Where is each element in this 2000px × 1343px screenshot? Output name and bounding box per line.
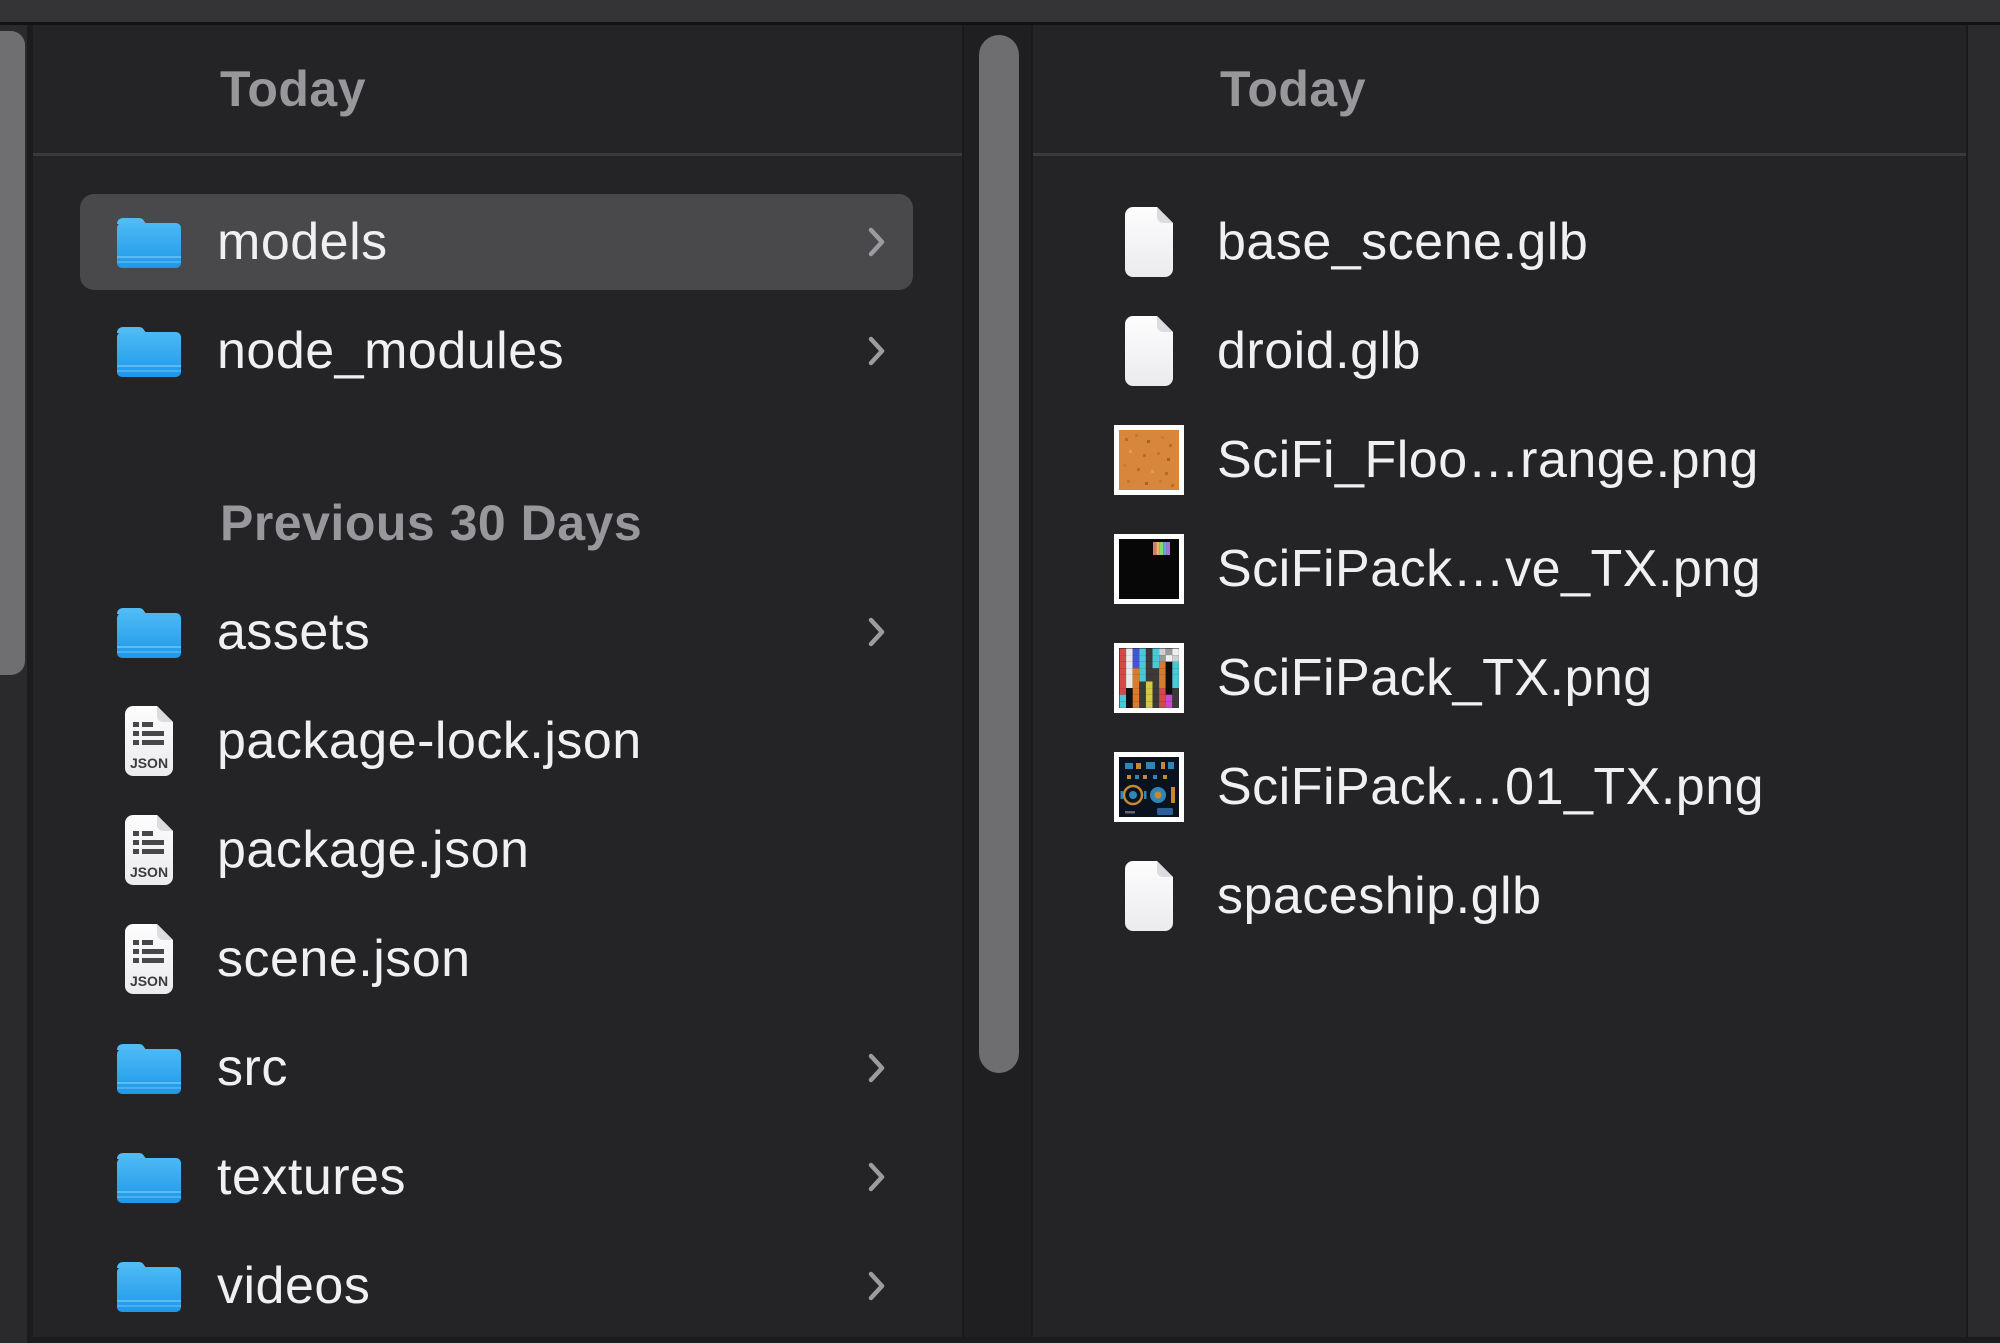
file-name-label: package.json xyxy=(217,820,529,880)
folder-icon xyxy=(113,1038,185,1098)
json-file-icon: JSON xyxy=(113,922,185,996)
row-videos[interactable]: videos xyxy=(80,1238,913,1334)
row-src[interactable]: src xyxy=(80,1020,913,1116)
file-name-label: spaceship.glb xyxy=(1217,866,1542,926)
window-bottom-edge xyxy=(27,1337,2000,1343)
chevron-right-icon xyxy=(867,335,887,367)
thumbnail-orange-texture xyxy=(1113,424,1185,496)
file-name-label: scene.json xyxy=(217,929,471,989)
row-scifi-floo-range-png[interactable]: SciFi_Floo…range.png xyxy=(1080,412,1913,508)
file-name-label: SciFiPack…01_TX.png xyxy=(1217,757,1764,817)
file-name-label: assets xyxy=(217,602,370,662)
finder-window: Today models node_modules Previous 30 Da… xyxy=(0,0,2000,1343)
folder-icon xyxy=(113,602,185,662)
file-name-label: SciFi_Floo…range.png xyxy=(1217,430,1759,490)
file-name-label: node_modules xyxy=(217,321,564,381)
folder-icon xyxy=(113,321,185,381)
generic-file-icon xyxy=(1113,205,1185,279)
row-assets[interactable]: assets xyxy=(80,584,913,680)
row-base-scene-glb[interactable]: base_scene.glb xyxy=(1080,194,1913,290)
folder-icon xyxy=(113,1147,185,1207)
file-name-label: base_scene.glb xyxy=(1217,212,1588,272)
json-file-icon: JSON xyxy=(113,704,185,778)
folder-icon xyxy=(113,1256,185,1316)
group-header-label: Previous 30 Days xyxy=(220,475,962,571)
svg-text:JSON: JSON xyxy=(130,973,168,989)
scrollbar-track[interactable] xyxy=(962,25,1033,1343)
row-scifipack-ve-tx-png[interactable]: SciFiPack…ve_TX.png xyxy=(1080,521,1913,617)
chevron-right-icon xyxy=(867,1161,887,1193)
file-name-label: SciFiPack_TX.png xyxy=(1217,648,1653,708)
row-scene-json[interactable]: JSON scene.json xyxy=(80,911,913,1007)
hidden-column-scrollbar-thumb[interactable] xyxy=(0,31,25,675)
row-package-json[interactable]: JSON package.json xyxy=(80,802,913,898)
file-name-label: models xyxy=(217,212,388,272)
file-name-label: package-lock.json xyxy=(217,711,642,771)
group-header: Today xyxy=(1033,25,1966,153)
row-droid-glb[interactable]: droid.glb xyxy=(1080,303,1913,399)
row-scifipack-tx-png[interactable]: SciFiPack_TX.png xyxy=(1080,630,1913,726)
chevron-right-icon xyxy=(867,616,887,648)
row-models[interactable]: models xyxy=(80,194,913,290)
svg-text:JSON: JSON xyxy=(130,864,168,880)
thumbnail-noise-texture xyxy=(1113,642,1185,714)
finder-column-folders: Today models node_modules Previous 30 Da… xyxy=(33,25,962,1343)
row-spaceship-glb[interactable]: spaceship.glb xyxy=(1080,848,1913,944)
file-name-label: videos xyxy=(217,1256,370,1316)
group-header-label: Today xyxy=(1220,60,1366,118)
file-name-label: droid.glb xyxy=(1217,321,1421,381)
file-name-label: src xyxy=(217,1038,288,1098)
finder-column-view: Today models node_modules Previous 30 Da… xyxy=(0,25,2000,1343)
row-textures[interactable]: textures xyxy=(80,1129,913,1225)
file-name-label: textures xyxy=(217,1147,406,1207)
thumbnail-black-texture xyxy=(1113,533,1185,605)
group-header: Today xyxy=(33,25,962,153)
folder-icon xyxy=(113,212,185,272)
hidden-column-edge xyxy=(0,25,27,1343)
svg-text:JSON: JSON xyxy=(130,755,168,771)
scrollbar-thumb[interactable] xyxy=(979,35,1019,1073)
generic-file-icon xyxy=(1113,859,1185,933)
file-name-label: SciFiPack…ve_TX.png xyxy=(1217,539,1761,599)
generic-file-icon xyxy=(1113,314,1185,388)
group-header-label: Today xyxy=(220,60,366,118)
json-file-icon: JSON xyxy=(113,813,185,887)
row-node-modules[interactable]: node_modules xyxy=(80,303,913,399)
next-column-edge xyxy=(1966,25,2000,1343)
row-package-lock-json[interactable]: JSON package-lock.json xyxy=(80,693,913,789)
chevron-right-icon xyxy=(867,1270,887,1302)
row-scifipack-01-tx-png[interactable]: SciFiPack…01_TX.png xyxy=(1080,739,1913,835)
finder-column-files: Today base_scene.glb droid.glb xyxy=(1033,25,1966,1343)
chevron-right-icon xyxy=(867,1052,887,1084)
thumbnail-navy-texture xyxy=(1113,751,1185,823)
chevron-right-icon xyxy=(867,226,887,258)
window-titlebar-edge[interactable] xyxy=(0,0,2000,25)
